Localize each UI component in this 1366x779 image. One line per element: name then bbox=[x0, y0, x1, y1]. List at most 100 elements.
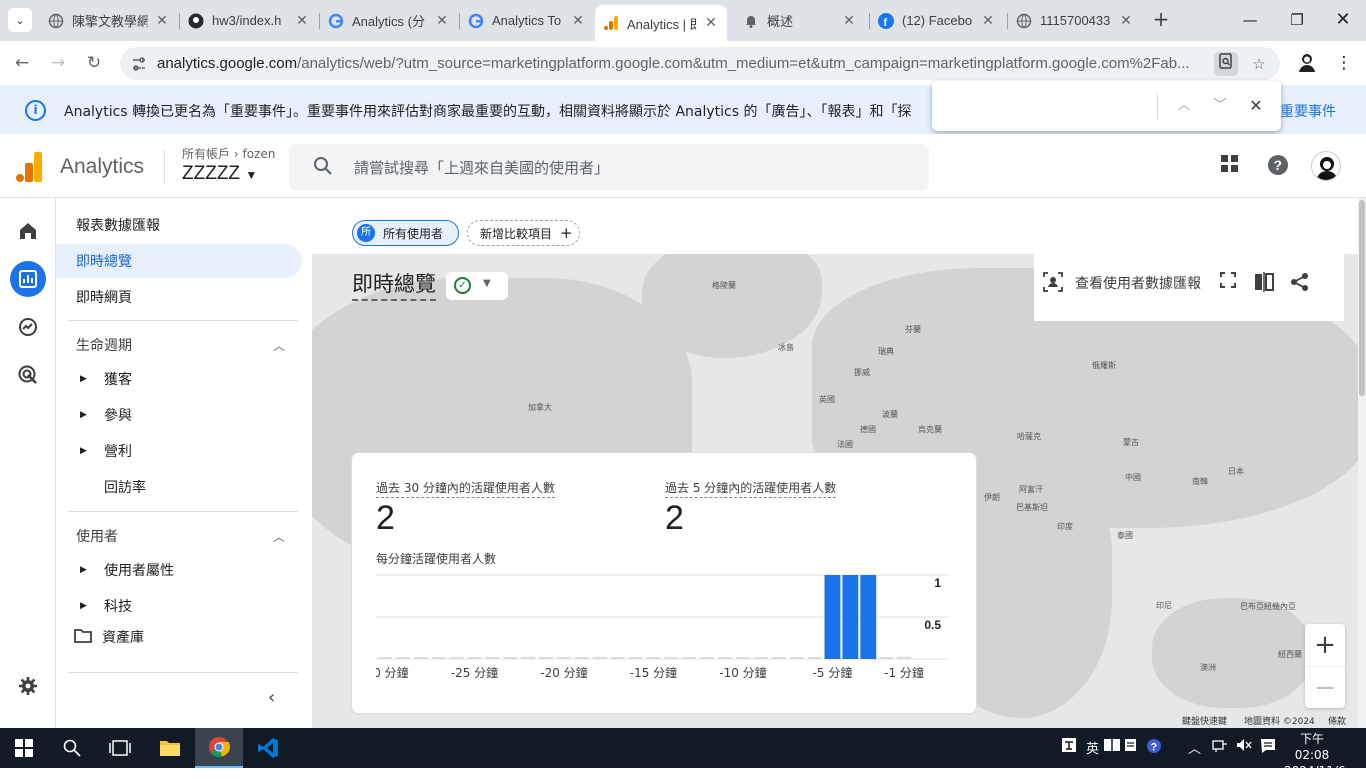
find-next-button[interactable]: ﹀ bbox=[1208, 94, 1232, 118]
analytics-logo-icon[interactable] bbox=[16, 152, 42, 182]
metric-5min-label[interactable]: 過去 5 分鐘內的活躍使用者人數 bbox=[665, 479, 837, 498]
new-tab-button[interactable]: + bbox=[1150, 8, 1172, 30]
browser-tab-5-active[interactable]: Analytics | 即 ✕ bbox=[595, 5, 727, 41]
close-icon[interactable]: ✕ bbox=[980, 13, 996, 29]
tray-ime-icon[interactable] bbox=[1062, 738, 1076, 756]
page-scrollbar[interactable] bbox=[1358, 198, 1366, 728]
forward-button[interactable]: → bbox=[46, 51, 70, 75]
reports-icon[interactable] bbox=[10, 261, 46, 297]
nav-retention[interactable]: 回訪率 bbox=[68, 470, 302, 504]
browser-tab-8[interactable]: 1115700433 ✕ bbox=[1008, 6, 1142, 35]
close-icon[interactable]: ✕ bbox=[703, 15, 719, 31]
nav-library[interactable]: 資產庫 bbox=[68, 620, 302, 654]
settings-gear-icon[interactable] bbox=[10, 668, 46, 704]
collapse-nav-button[interactable]: ‹ bbox=[268, 687, 275, 708]
close-icon[interactable]: ✕ bbox=[434, 13, 450, 29]
map-terms-link[interactable]: 條款 bbox=[1328, 714, 1346, 727]
address-bar[interactable]: analytics.google.com/analytics/web/?utm_… bbox=[120, 47, 1280, 80]
report-status-dropdown[interactable]: ✓ ▼ bbox=[446, 272, 508, 300]
view-user-snapshot-link[interactable]: 查看使用者數據匯報 bbox=[1075, 273, 1201, 293]
browser-menu-icon[interactable]: ⋮ bbox=[1332, 51, 1356, 75]
zoom-out-button[interactable]: − bbox=[1305, 666, 1345, 708]
tray-help-icon[interactable]: ? bbox=[1146, 738, 1162, 758]
file-explorer-icon[interactable] bbox=[146, 728, 194, 768]
browser-tab-3[interactable]: Analytics (分 ✕ bbox=[320, 6, 458, 35]
notification-icon[interactable] bbox=[1260, 738, 1276, 758]
nav-acquisition[interactable]: ▶ 獲客 bbox=[68, 362, 302, 396]
map-keyboard-shortcuts[interactable]: 鍵盤快速鍵 bbox=[1182, 714, 1227, 727]
help-icon[interactable]: ? bbox=[1266, 154, 1290, 178]
compare-icon[interactable] bbox=[1253, 272, 1275, 294]
tray-keyboard-icon[interactable] bbox=[1104, 738, 1120, 756]
caret-right-icon: ▶ bbox=[80, 410, 87, 420]
property-selector[interactable]: ZZZZZ ▼ bbox=[182, 163, 257, 185]
profile-extension-icon[interactable] bbox=[1295, 51, 1319, 75]
advertising-icon[interactable] bbox=[10, 357, 46, 393]
close-icon[interactable]: ✕ bbox=[154, 13, 170, 29]
close-icon[interactable]: ✕ bbox=[1118, 13, 1134, 29]
user-snapshot-icon[interactable] bbox=[1042, 272, 1064, 294]
vscode-taskbar-icon[interactable] bbox=[244, 728, 292, 768]
chart-bar[interactable] bbox=[842, 575, 859, 659]
taskbar-clock[interactable]: 下午 02:08 2024/11/6 bbox=[1284, 731, 1346, 779]
nav-realtime-pages[interactable]: 即時網頁 bbox=[68, 280, 302, 314]
zoom-in-button[interactable]: + bbox=[1305, 624, 1345, 666]
close-icon[interactable]: ✕ bbox=[294, 13, 310, 29]
chevron-up-icon[interactable]: ︿ bbox=[273, 337, 285, 354]
volume-muted-icon[interactable] bbox=[1236, 738, 1252, 756]
apps-grid-icon[interactable] bbox=[1218, 154, 1242, 178]
taskbar-search-icon[interactable] bbox=[48, 728, 96, 768]
network-icon[interactable] bbox=[1212, 738, 1228, 756]
minimize-window-button[interactable]: — bbox=[1238, 8, 1262, 32]
windows-start-icon[interactable] bbox=[0, 728, 48, 768]
find-previous-button[interactable]: ︿ bbox=[1172, 94, 1196, 118]
fullscreen-icon[interactable] bbox=[1217, 272, 1239, 294]
metric-30min-label[interactable]: 過去 30 分鐘內的活躍使用者人數 bbox=[376, 479, 555, 498]
chart-bar[interactable] bbox=[824, 575, 841, 659]
site-info-icon[interactable] bbox=[130, 55, 148, 73]
find-close-button[interactable]: ✕ bbox=[1244, 94, 1268, 118]
ga-search-bar[interactable]: 請嘗試搜尋「上週來自美國的使用者」 bbox=[289, 144, 929, 190]
nav-reports-snapshot[interactable]: 報表數據匯報 bbox=[68, 208, 302, 242]
browser-tab-7[interactable]: f (12) Facebo ✕ bbox=[870, 6, 1004, 35]
nav-section-lifecycle[interactable]: 生命週期 bbox=[76, 335, 132, 355]
nav-realtime-overview[interactable]: 即時總覽 bbox=[56, 244, 302, 278]
share-icon[interactable] bbox=[1289, 272, 1311, 294]
browser-tab-1[interactable]: 陳擎文教學網 ✕ bbox=[40, 6, 178, 35]
close-window-button[interactable]: ✕ bbox=[1331, 8, 1355, 32]
bookmark-star-icon[interactable]: ☆ bbox=[1247, 52, 1271, 76]
nav-engagement[interactable]: ▶ 參與 bbox=[68, 398, 302, 432]
explore-icon[interactable] bbox=[10, 309, 46, 345]
ime-language[interactable]: 英 bbox=[1086, 738, 1099, 757]
task-view-icon[interactable] bbox=[96, 728, 144, 768]
browser-tab-6[interactable]: 概述 ✕ bbox=[735, 6, 865, 35]
banner-learn-link[interactable]: 重要事件 bbox=[1280, 101, 1336, 121]
scrollbar-thumb[interactable] bbox=[1359, 200, 1365, 396]
all-users-chip[interactable]: 所 所有使用者 bbox=[352, 220, 459, 246]
browser-tab-2[interactable]: hw3/index.h ✕ bbox=[180, 6, 318, 35]
chevron-up-icon[interactable]: ︿ bbox=[273, 528, 285, 545]
tray-overflow-chevron-icon[interactable]: ︿ bbox=[1188, 738, 1201, 757]
chrome-taskbar-icon[interactable] bbox=[195, 728, 243, 768]
tray-ime-mode-icon[interactable] bbox=[1124, 738, 1140, 756]
back-button[interactable]: ← bbox=[10, 51, 34, 75]
nav-section-user[interactable]: 使用者 bbox=[76, 526, 118, 546]
account-breadcrumb[interactable]: 所有帳戶 › fozen bbox=[182, 145, 275, 162]
nav-library-label: 資產庫 bbox=[102, 630, 144, 646]
chart-bar[interactable] bbox=[860, 575, 877, 659]
home-icon[interactable] bbox=[10, 213, 46, 249]
facebook-icon: f bbox=[878, 12, 894, 29]
find-input[interactable] bbox=[942, 91, 1152, 121]
nav-tech[interactable]: ▶ 科技 bbox=[68, 589, 302, 623]
browser-tab-4[interactable]: Analytics To ✕ bbox=[460, 6, 594, 35]
close-icon[interactable]: ✕ bbox=[570, 13, 586, 29]
account-avatar[interactable] bbox=[1311, 151, 1341, 181]
add-comparison-chip[interactable]: 新增比較項目 + bbox=[467, 220, 580, 246]
find-in-page-icon[interactable] bbox=[1214, 52, 1238, 76]
nav-monetization[interactable]: ▶ 營利 bbox=[68, 434, 302, 468]
nav-user-attributes[interactable]: ▶ 使用者屬性 bbox=[68, 553, 302, 587]
restore-window-button[interactable]: ❐ bbox=[1285, 8, 1309, 32]
tab-search-button[interactable]: ⌄ bbox=[8, 8, 32, 32]
close-icon[interactable]: ✕ bbox=[841, 13, 857, 29]
reload-button[interactable]: ↻ bbox=[82, 51, 106, 75]
